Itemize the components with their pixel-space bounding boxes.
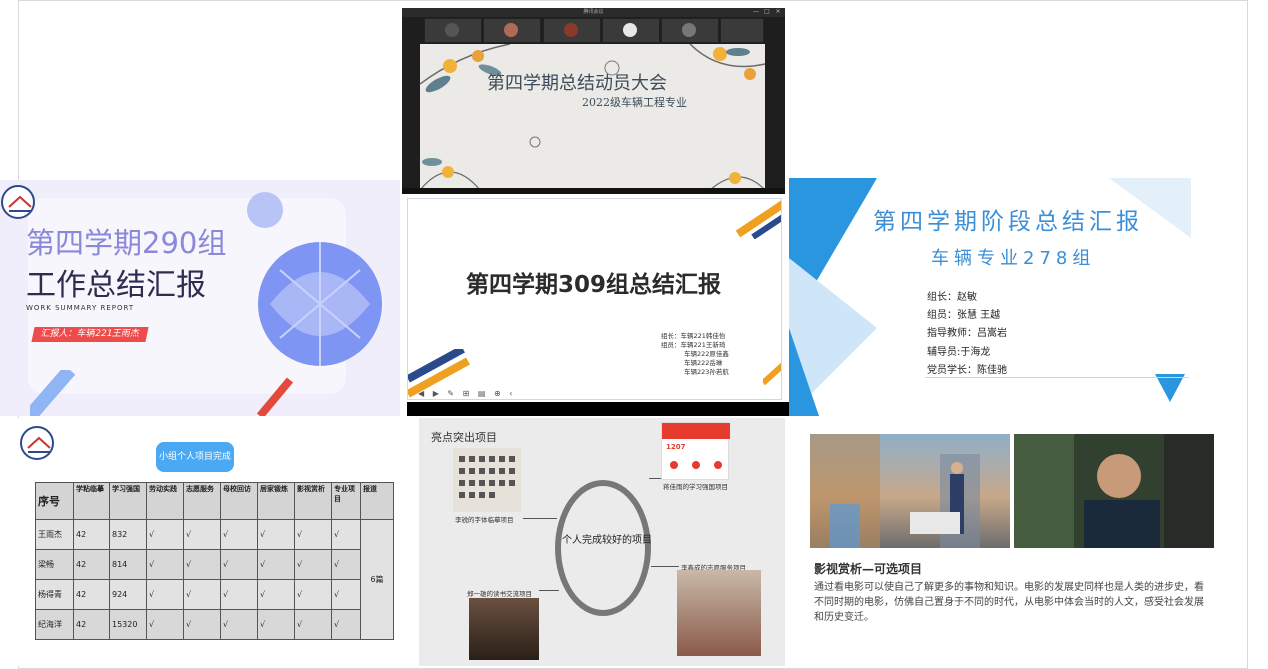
meeting-slide-subtitle: 2022级车辆工程专业 bbox=[582, 96, 687, 109]
minimize-icon[interactable]: — bbox=[752, 9, 760, 15]
connector-line bbox=[523, 518, 557, 519]
participant-tile[interactable] bbox=[602, 18, 660, 43]
reading-photo bbox=[469, 598, 539, 660]
film-still-street bbox=[810, 434, 1010, 548]
calligraphy-photo bbox=[453, 448, 521, 512]
table-header: 劳动实践 bbox=[146, 482, 184, 520]
slide-english-subtitle: WORK SUMMARY REPORT bbox=[26, 304, 135, 312]
table-row: 纪海洋 42 15320 √ √ √ √ √ √ bbox=[35, 609, 394, 640]
member-line: 指导教师：吕嵩岩 bbox=[927, 328, 1007, 339]
slide-heading: 影视赏析—可选项目 bbox=[814, 562, 923, 576]
meeting-window[interactable]: 腾讯会议 — □ ✕ 第四学期总结动员大会 2022级车辆工程专业 bbox=[402, 8, 785, 194]
member-line: 组长：赵敏 bbox=[927, 292, 977, 303]
table-header: 专业项目 bbox=[331, 482, 361, 520]
slide-278-group[interactable]: 第四学期阶段总结汇报 车辆专业278组 组长：赵敏 组员：张慧 王越 指导教师：… bbox=[789, 178, 1229, 416]
school-logo-icon bbox=[1, 185, 35, 219]
connector-line bbox=[539, 590, 559, 591]
table-header: 居家锻炼 bbox=[257, 482, 295, 520]
table-row: 梁畅 42 814 √ √ √ √ √ √ bbox=[35, 549, 394, 580]
table-header: 母校回访 bbox=[220, 482, 258, 520]
maximize-icon[interactable]: □ bbox=[763, 9, 771, 15]
member-line: 辅导员:于海龙 bbox=[927, 347, 991, 358]
avatar bbox=[504, 23, 518, 37]
phone-header bbox=[662, 423, 730, 439]
avatar bbox=[445, 23, 459, 37]
table-header: 序号 bbox=[35, 482, 74, 520]
avatar bbox=[623, 23, 637, 37]
shared-screen bbox=[420, 44, 765, 190]
reporter-badge: 汇报人：车辆221王雨杰 bbox=[31, 327, 149, 342]
divider bbox=[925, 377, 1189, 378]
slide-title-line1: 第四学期290组 bbox=[26, 226, 227, 260]
participant-tile[interactable] bbox=[543, 18, 601, 43]
caption: 李锐的字体临摹项目 bbox=[455, 516, 514, 524]
connector-line bbox=[651, 566, 679, 567]
slide-film-appreciation[interactable]: 影视赏析—可选项目 通过看电影可以使自己了解更多的事物和知识。电影的发展史同样也… bbox=[789, 418, 1228, 666]
table-header-row: 序号 学粘临摹 学习强国 劳动实践 志愿服务 母校回访 居家锻炼 影视赏析 专业… bbox=[35, 482, 394, 520]
slide-title-line2: 工作总结汇报 bbox=[26, 268, 206, 303]
connector-line bbox=[649, 478, 661, 479]
meeting-slide-title: 第四学期总结动员大会 bbox=[487, 73, 667, 94]
avatar bbox=[564, 23, 578, 37]
caption: 蒋佳雨的学习强国项目 bbox=[663, 483, 728, 491]
lantern-decoration-icon bbox=[247, 192, 382, 416]
report-count-cell: 6篇 bbox=[360, 519, 394, 640]
stripe-decoration-icon bbox=[763, 362, 781, 385]
slide-project-table[interactable]: 小组个人项目完成情况 序号 学粘临摹 学习强国 劳动实践 志愿服务 母校回访 居… bbox=[18, 418, 418, 666]
slide-309-group[interactable]: 第四学期309组总结汇报 组长：车辆221韩佳怡 组员：车辆221王新琦 车辆2… bbox=[407, 198, 782, 400]
table-header: 学习强国 bbox=[109, 482, 147, 520]
table-row: 王雨杰 42 832 √ √ √ √ √ √ 6篇 bbox=[35, 519, 394, 640]
member-line: 车辆223孙若航 bbox=[684, 368, 729, 376]
window-titlebar: 腾讯会议 bbox=[402, 8, 785, 17]
center-ring bbox=[555, 480, 651, 616]
slide-title: 第四学期309组总结汇报 bbox=[466, 272, 722, 298]
phone-screenshot: 1207 bbox=[661, 422, 730, 480]
slide-title: 第四学期阶段总结汇报 bbox=[873, 209, 1143, 235]
screen-divider-bar bbox=[407, 402, 789, 416]
section-label-pill: 小组个人项目完成情况 bbox=[156, 442, 234, 492]
app-icons bbox=[670, 461, 722, 469]
caption: 郑一雄的读书交流项目 bbox=[467, 590, 532, 598]
meeting-status-bar bbox=[402, 188, 785, 194]
avatar bbox=[682, 23, 696, 37]
table-header: 学粘临摹 bbox=[73, 482, 110, 520]
slide-highlight-projects[interactable]: 亮点突出项目 1207 个人完成较好的项目 蒋佳雨的学习强国项目 李锐的字体临摹… bbox=[419, 418, 785, 666]
flower-decoration-icon bbox=[420, 44, 765, 190]
slide-subtitle: 车辆专业278组 bbox=[931, 248, 1096, 269]
phone-score: 1207 bbox=[666, 443, 686, 451]
participant-tile[interactable] bbox=[424, 18, 482, 43]
table-header: 影视赏析 bbox=[294, 482, 332, 520]
slide-290-group[interactable]: 第四学期290组 工作总结汇报 WORK SUMMARY REPORT 汇报人：… bbox=[0, 180, 400, 416]
school-logo-icon bbox=[20, 426, 54, 460]
member-line: 组员：张慧 王越 bbox=[927, 310, 1001, 321]
participant-tile[interactable] bbox=[661, 18, 719, 43]
table-header: 志愿服务 bbox=[183, 482, 221, 520]
presentation-toolbar[interactable]: ◀ ▶ ✎ ⊞ ▤ ⊕ ‹ bbox=[418, 389, 515, 398]
participant-tile[interactable] bbox=[483, 18, 541, 43]
volunteer-photo bbox=[677, 570, 761, 656]
participant-tile[interactable] bbox=[720, 18, 764, 43]
close-icon[interactable]: ✕ bbox=[774, 9, 782, 15]
table-header: 报道 bbox=[360, 482, 394, 520]
table-row: 杨得青 42 924 √ √ √ √ √ √ bbox=[35, 579, 394, 610]
stripe-decoration-icon bbox=[735, 200, 781, 239]
slide-body-text: 通过看电影可以使自己了解更多的事物和知识。电影的发展史同样也是人类的进步史，看不… bbox=[814, 582, 1204, 623]
slide-heading: 亮点突出项目 bbox=[431, 431, 497, 444]
center-label: 个人完成较好的项目 bbox=[562, 535, 652, 546]
member-line: 党员学长：陈佳驰 bbox=[927, 365, 1007, 376]
ribbon-decoration-icon bbox=[30, 370, 76, 416]
project-table: 序号 学粘临摹 学习强国 劳动实践 志愿服务 母校回访 居家锻炼 影视赏析 专业… bbox=[35, 482, 394, 640]
film-still-car bbox=[1014, 434, 1214, 548]
